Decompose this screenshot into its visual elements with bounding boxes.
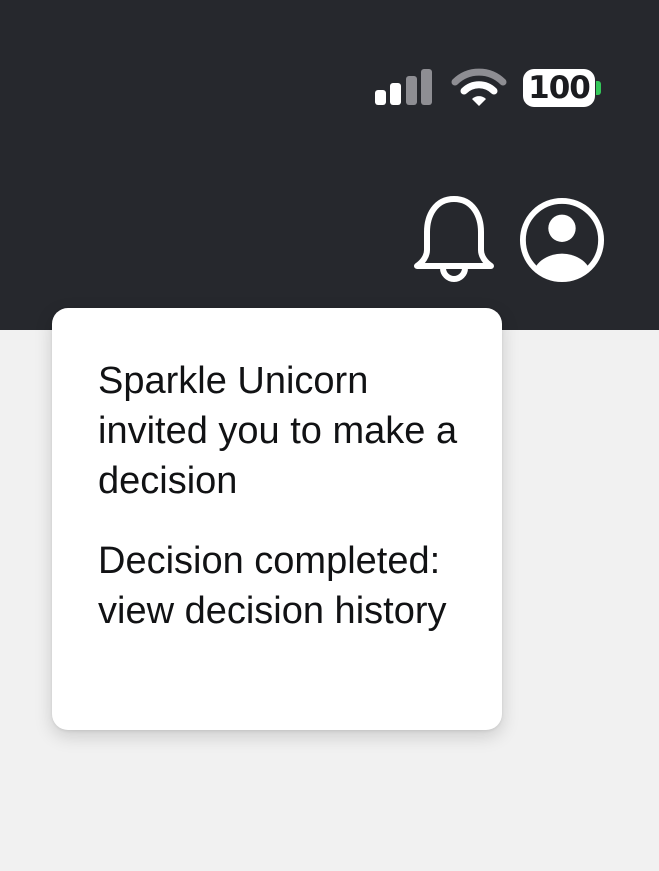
status-bar: 100 xyxy=(373,66,603,110)
user-account-button[interactable] xyxy=(519,194,605,286)
battery-level: 100 xyxy=(523,69,595,107)
app-screen: 100 Sparkle Unicorn invited you to make … xyxy=(0,0,659,871)
top-bar: 100 xyxy=(0,0,659,330)
cellular-signal-icon xyxy=(375,69,432,105)
notifications-popover: Sparkle Unicorn invited you to make a de… xyxy=(52,308,502,730)
notifications-button[interactable] xyxy=(411,194,497,286)
header-actions xyxy=(411,194,605,286)
user-account-icon xyxy=(519,197,605,283)
battery-charge-tip xyxy=(596,81,601,95)
wifi-icon xyxy=(451,68,507,106)
notification-item[interactable]: Sparkle Unicorn invited you to make a de… xyxy=(98,356,458,506)
battery-icon: 100 xyxy=(523,66,603,110)
bell-icon xyxy=(414,196,494,282)
notification-item[interactable]: Decision completed: view decision histor… xyxy=(98,536,458,636)
